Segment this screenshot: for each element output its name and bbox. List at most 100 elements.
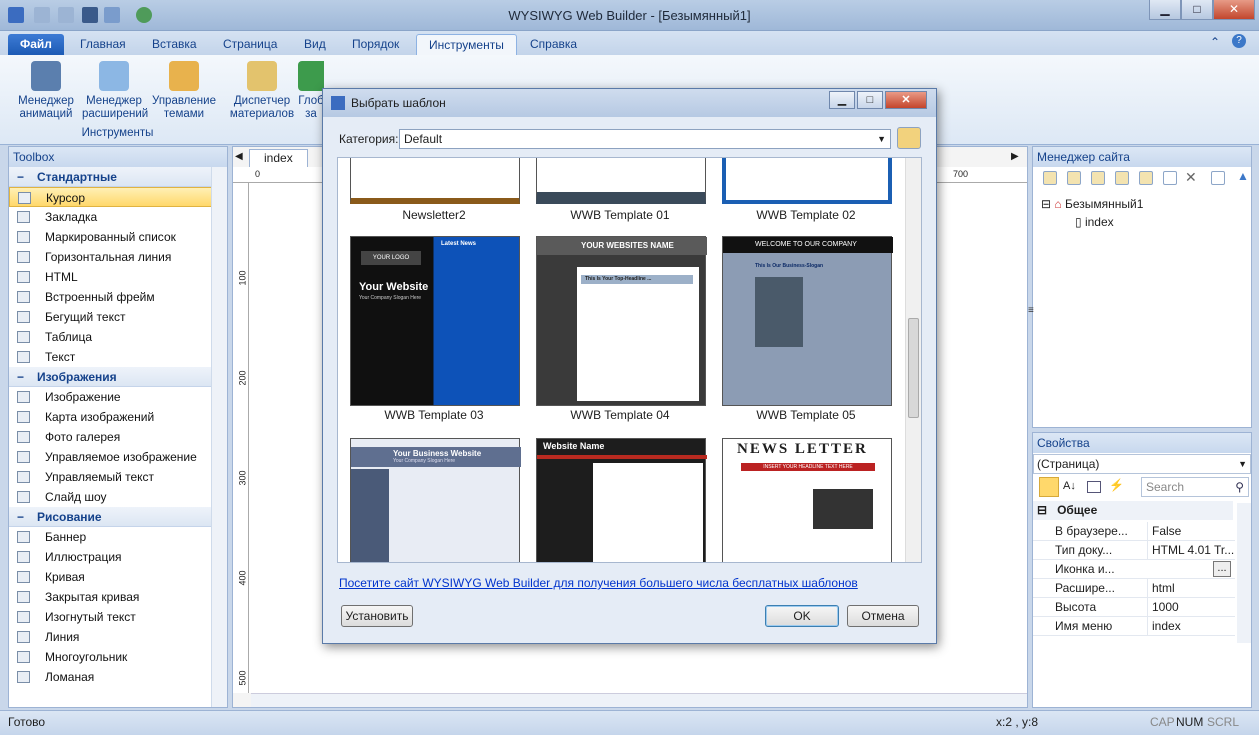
splitter-handle-icon[interactable]: ≡ (1028, 305, 1034, 316)
toolbox-item[interactable]: Ломаная (9, 667, 227, 687)
toolbox-item[interactable]: Маркированный список (9, 227, 227, 247)
toolbox-item[interactable]: Изогнутый текст (9, 607, 227, 627)
categorized-icon[interactable] (1039, 477, 1059, 497)
minimize-button[interactable]: ▁ (1149, 0, 1181, 20)
property-row[interactable]: Высота 1000 (1033, 598, 1235, 617)
duplicate-icon[interactable] (1163, 171, 1177, 185)
toolbox-item[interactable]: Курсор (9, 187, 227, 207)
toolbox-item[interactable]: Кривая (9, 567, 227, 587)
property-value[interactable]: html (1147, 579, 1235, 597)
toolbox-category[interactable]: Изображения (9, 367, 227, 387)
tab-arrange[interactable]: Порядок (340, 34, 411, 55)
toolbox-item[interactable]: Таблица (9, 327, 227, 347)
toolbox-item[interactable]: Карта изображений (9, 407, 227, 427)
rename-icon[interactable] (1139, 171, 1153, 185)
toolbox-item[interactable]: Управляемый текст (9, 467, 227, 487)
property-pages-icon[interactable] (1087, 481, 1101, 493)
collapse-ribbon-icon[interactable]: ⌃ (1210, 35, 1220, 49)
dialog-maximize-button[interactable]: □ (857, 91, 883, 109)
property-value[interactable]: 1000 (1147, 598, 1235, 616)
tab-insert[interactable]: Вставка (140, 34, 209, 55)
toolbox-item[interactable]: HTML (9, 267, 227, 287)
tab-view[interactable]: Вид (292, 34, 338, 55)
global-button[interactable]: Глоб за (298, 59, 324, 121)
new-page-icon[interactable] (1043, 171, 1057, 185)
property-row[interactable]: Иконка и... (1033, 560, 1235, 579)
toolbox-item[interactable]: Многоугольник (9, 647, 227, 667)
install-button[interactable]: Установить (341, 605, 413, 627)
ok-button[interactable]: OK (765, 605, 839, 627)
search-icon[interactable]: ⚲ (1235, 478, 1244, 496)
property-row[interactable]: Имя меню index (1033, 617, 1235, 636)
toolbox-item[interactable]: Линия (9, 627, 227, 647)
cancel-button[interactable]: Отмена (847, 605, 919, 627)
template-thumb-06[interactable]: Your Business Website Your Company Sloga… (350, 438, 521, 562)
open-folder-icon[interactable] (1115, 171, 1129, 185)
tab-page[interactable]: Страница (211, 34, 289, 55)
scrollbar-thumb[interactable] (908, 318, 919, 418)
dialog-minimize-button[interactable]: ▁ (829, 91, 855, 109)
tab-file[interactable]: Файл (8, 34, 64, 55)
search-input[interactable]: Search ⚲ (1141, 477, 1249, 497)
toolbox-item[interactable]: Изображение (9, 387, 227, 407)
template-thumb-01[interactable] (536, 158, 706, 204)
template-thumb-03[interactable]: YOUR LOGO Your Website Your Company Slog… (350, 236, 520, 406)
asset-manager-button[interactable]: Диспетчер материалов (228, 59, 296, 121)
delete-icon[interactable]: ✕ (1185, 169, 1197, 186)
events-icon[interactable]: ⚡ (1109, 478, 1124, 492)
toolbox-item[interactable]: Управляемое изображение (9, 447, 227, 467)
toolbox-item[interactable]: Встроенный фрейм (9, 287, 227, 307)
toolbox-item[interactable]: Фото галерея (9, 427, 227, 447)
template-thumb-07[interactable]: Website Name (536, 438, 707, 562)
toolbox-item[interactable]: Закрытая кривая (9, 587, 227, 607)
toolbox-category[interactable]: Рисование (9, 507, 227, 527)
object-selector[interactable]: (Страница) ▼ (1033, 454, 1251, 474)
up-arrow-icon[interactable]: ▲ (1237, 169, 1249, 183)
close-button[interactable]: ✕ (1213, 0, 1255, 20)
toolbox-scrollbar[interactable] (211, 167, 227, 707)
toolbox-item[interactable]: Закладка (9, 207, 227, 227)
template-thumb-02[interactable] (722, 158, 892, 204)
more-templates-link[interactable]: Посетите сайт WYSIWYG Web Builder для по… (339, 576, 858, 590)
theme-manager-button[interactable]: Управление темами (150, 59, 218, 121)
toolbox-item[interactable]: Слайд шоу (9, 487, 227, 507)
properties-icon[interactable] (1211, 171, 1225, 185)
dialog-close-button[interactable]: ✕ (885, 91, 927, 109)
property-value[interactable]: False (1147, 522, 1235, 540)
property-value[interactable]: HTML 4.01 Tr... (1147, 541, 1235, 559)
toolbox-item[interactable]: Бегущий текст (9, 307, 227, 327)
browse-button[interactable]: ... (1213, 561, 1231, 577)
animation-manager-button[interactable]: Менеджер анимаций (14, 59, 78, 121)
category-select[interactable]: Default ▼ (399, 129, 891, 149)
template-thumb-05[interactable]: WELCOME TO OUR COMPANY This Is Our Busin… (722, 236, 893, 406)
tab-home[interactable]: Главная (68, 34, 138, 55)
property-row[interactable]: В браузере... False (1033, 522, 1235, 541)
property-section[interactable]: ⊟ Общее (1033, 501, 1233, 520)
gallery-scrollbar[interactable] (905, 158, 921, 562)
toolbox-category[interactable]: Стандартные (9, 167, 227, 187)
toolbox-item[interactable]: Текст (9, 347, 227, 367)
properties-scrollbar[interactable] (1237, 503, 1251, 643)
toolbox-item[interactable]: Иллюстрация (9, 547, 227, 567)
toolbox-item[interactable]: Горизонтальная линия (9, 247, 227, 267)
toolbox-item[interactable]: Баннер (9, 527, 227, 547)
copy-page-icon[interactable] (1091, 171, 1105, 185)
sort-az-icon[interactable]: A↓ (1063, 480, 1076, 492)
extension-manager-button[interactable]: Менеджер расширений (82, 59, 148, 121)
property-row[interactable]: Расшире... html (1033, 579, 1235, 598)
prev-page-arrow-icon[interactable]: ◀ (235, 151, 243, 162)
canvas-hscrollbar[interactable] (251, 693, 1027, 707)
property-row[interactable]: Тип доку... HTML 4.01 Tr... (1033, 541, 1235, 560)
template-thumb-newsletter2[interactable] (350, 158, 520, 204)
tab-help[interactable]: Справка (518, 34, 589, 55)
property-value[interactable]: index (1147, 617, 1235, 635)
tree-page-index[interactable]: ▯ index (1041, 213, 1143, 231)
new-folder-icon[interactable] (1067, 171, 1081, 185)
template-thumb-04[interactable]: YOUR WEBSITES NAME This Is Your Top-Head… (536, 236, 707, 406)
next-page-arrow-icon[interactable]: ▶ (1011, 151, 1019, 162)
help-icon[interactable]: ? (1232, 34, 1246, 48)
page-tab-index[interactable]: index (249, 149, 308, 167)
template-thumb-08[interactable]: NEWS LETTER INSERT YOUR HEADLINE TEXT HE… (722, 438, 892, 562)
tree-root[interactable]: ⊟ ⌂ Безымянный1 (1041, 195, 1143, 213)
folder-open-icon[interactable] (897, 127, 921, 149)
